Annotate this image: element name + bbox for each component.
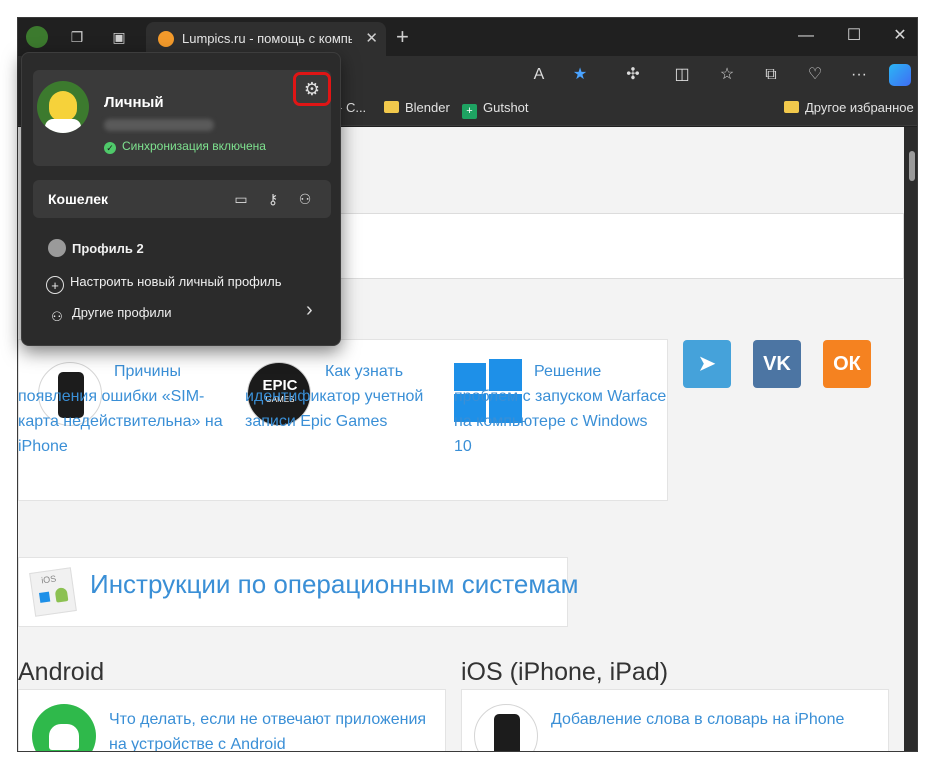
profile-2-row[interactable]: Профиль 2	[48, 239, 144, 257]
read-aloud-icon[interactable]: A	[528, 64, 550, 86]
other-profiles-row[interactable]: ⚇ Другие профили	[48, 305, 171, 326]
sync-status: ✓ Синхронизация включена	[104, 139, 266, 154]
people-icon: ⚇	[51, 309, 63, 324]
vertical-tabs-icon[interactable]: ▣	[108, 26, 130, 48]
section-title[interactable]: Инструкции по операционным системам	[90, 569, 579, 600]
card-icon[interactable]: ▭	[231, 189, 251, 209]
ok-icon[interactable]: ОК	[823, 340, 871, 388]
workspaces-icon[interactable]: ❒	[66, 26, 88, 48]
column-heading-android: Android	[18, 658, 105, 686]
wallet-row[interactable]: Кошелек ▭ ⚷ ⚇	[33, 180, 331, 218]
copilot-icon[interactable]	[889, 64, 911, 86]
profile-flyout: Личный ✓ Синхронизация включена ⚙ Кошелек…	[21, 52, 341, 346]
telegram-icon[interactable]: ➤	[683, 340, 731, 388]
extensions-icon[interactable]: ✣	[622, 64, 644, 86]
key-icon[interactable]: ⚷	[263, 189, 283, 209]
tab-close-icon[interactable]: ✕	[365, 29, 378, 47]
favorite-star-icon[interactable]: ★	[569, 64, 591, 86]
tab-lumpics[interactable]: Lumpics.ru - помощь с компьют ✕	[146, 22, 386, 56]
more-icon[interactable]: ···	[848, 64, 870, 86]
scrollbar-thumb[interactable]	[909, 151, 915, 181]
check-icon: ✓	[104, 142, 116, 154]
chevron-right-icon[interactable]: ›	[306, 299, 313, 322]
vk-icon[interactable]: VK	[753, 340, 801, 388]
close-button[interactable]: ✕	[880, 22, 917, 50]
person-lock-icon[interactable]: ⚇	[295, 189, 315, 209]
ios-tag: iOS	[40, 573, 57, 586]
collections-icon[interactable]: ⧉	[760, 64, 782, 86]
profile-name: Личный	[104, 94, 164, 111]
profile-settings-gear-icon[interactable]: ⚙	[293, 72, 331, 106]
profile-2-avatar	[48, 239, 66, 257]
favorites-icon[interactable]: ☆	[716, 64, 738, 86]
split-screen-icon[interactable]: ◫	[671, 64, 693, 86]
profile-email-blurred	[104, 119, 214, 131]
article-link[interactable]: Что делать, если не отвечают приложения …	[109, 707, 444, 751]
favorite-item-blender[interactable]: Blender	[384, 100, 450, 115]
folder-icon	[784, 101, 799, 113]
setup-new-profile-row[interactable]: + Настроить новый личный профиль	[46, 274, 282, 294]
avatar	[37, 81, 89, 133]
add-circle-icon: +	[46, 276, 64, 294]
profile-avatar-button[interactable]	[26, 26, 48, 48]
other-favorites[interactable]: Другое избранное	[784, 100, 914, 115]
maximize-button[interactable]: ☐	[834, 22, 874, 50]
site-favicon	[158, 31, 174, 47]
sheet-icon: +	[462, 104, 477, 119]
new-tab-button[interactable]: +	[396, 24, 409, 50]
title-bar: ❒ ▣ Lumpics.ru - помощь с компьют ✕ + — …	[18, 18, 917, 56]
article-link[interactable]: Как узнать идентификатор учетной записи …	[245, 359, 450, 434]
article-link[interactable]: Причины появления ошибки «SIM-карта неде…	[18, 359, 243, 459]
page-scrollbar[interactable]	[904, 127, 917, 751]
column-heading-ios: iOS (iPhone, iPad)	[461, 658, 669, 686]
tab-title: Lumpics.ru - помощь с компьют	[182, 31, 352, 46]
favorite-item-partial[interactable]: - C...	[338, 100, 366, 115]
health-icon[interactable]: ♡	[804, 64, 826, 86]
article-link[interactable]: Решение проблем с запуском Warface на ко…	[454, 359, 668, 459]
wallet-label: Кошелек	[48, 191, 109, 207]
article-link[interactable]: Добавление слова в словарь на iPhone	[551, 707, 886, 732]
favorite-item-gutshot[interactable]: + Gutshot	[462, 100, 529, 119]
os-badge-icon: iOS	[29, 567, 77, 617]
site-search-box[interactable]	[328, 213, 904, 279]
folder-icon	[384, 101, 399, 113]
minimize-button[interactable]: —	[786, 22, 826, 50]
